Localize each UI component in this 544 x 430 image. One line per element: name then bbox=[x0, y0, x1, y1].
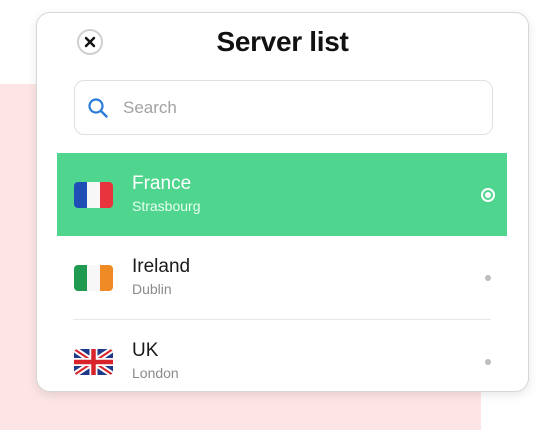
server-city: Strasbourg bbox=[132, 198, 201, 214]
dialog-title: Server list bbox=[216, 26, 349, 57]
selected-radio-icon bbox=[481, 188, 495, 202]
server-country: Ireland bbox=[132, 256, 191, 277]
unselected-dot-icon bbox=[485, 275, 491, 281]
flag-uk-icon bbox=[74, 349, 113, 375]
server-list: France Strasbourg Ireland Dublin UK Lond… bbox=[57, 153, 507, 391]
server-country: France bbox=[132, 173, 192, 194]
page: Server list France Strasbour bbox=[0, 0, 544, 430]
search-input[interactable] bbox=[123, 97, 443, 118]
server-row-france[interactable]: France Strasbourg bbox=[57, 153, 507, 236]
search-icon bbox=[87, 97, 109, 119]
server-city: London bbox=[132, 365, 179, 381]
flag-france-icon bbox=[74, 182, 113, 208]
flag-ireland-icon bbox=[74, 265, 113, 291]
server-list-dialog: Server list France Strasbour bbox=[36, 12, 529, 392]
server-country: UK bbox=[132, 340, 159, 361]
server-city: Dublin bbox=[132, 281, 172, 297]
search-box[interactable] bbox=[74, 80, 493, 135]
server-row-ireland[interactable]: Ireland Dublin bbox=[57, 236, 507, 319]
server-row-uk[interactable]: UK London bbox=[57, 320, 507, 391]
unselected-dot-icon bbox=[485, 359, 491, 365]
